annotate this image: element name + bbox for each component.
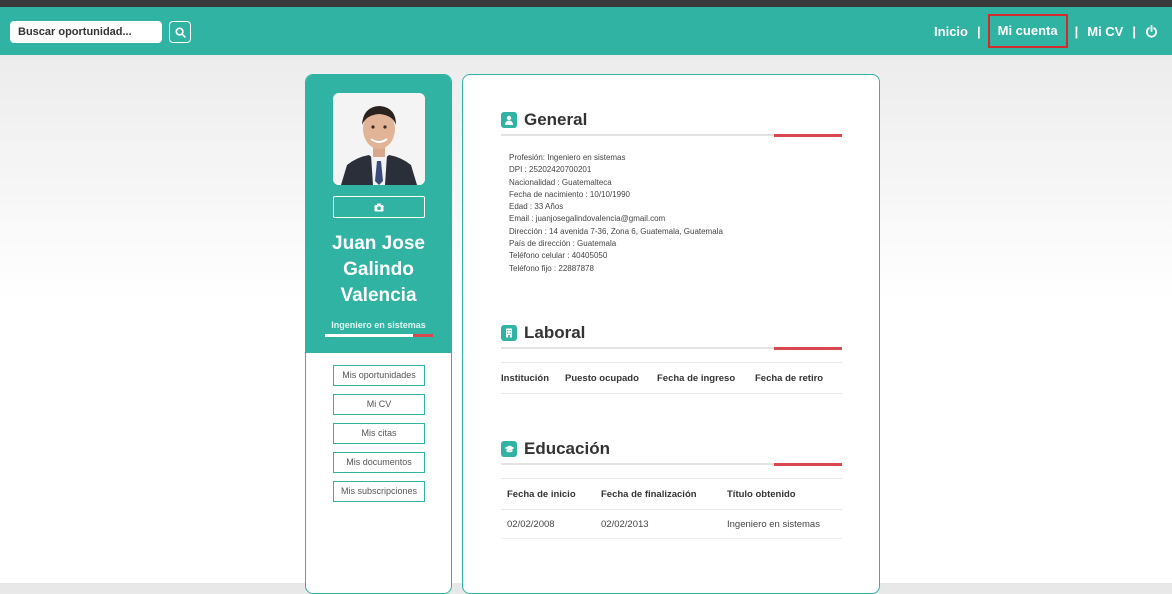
info-profesion: Profesión: Ingeniero en sistemas: [509, 153, 626, 162]
profile-divider: [325, 334, 433, 337]
profile-photo: [333, 93, 425, 185]
side-menu: Mis oportunidades Mi CV Mis citas Mis do…: [333, 365, 425, 510]
educacion-table-header: Fecha de inicio Fecha de finalización Tí…: [501, 478, 842, 510]
section-general-title: General: [501, 110, 587, 130]
info-pais: País de dirección : Guatemala: [509, 239, 617, 249]
section-divider: [501, 134, 842, 137]
info-nacionalidad: Nacionalidad : Guatemalteca: [509, 177, 612, 187]
nav-mi-cuenta-highlight: Mi cuenta: [987, 14, 1068, 48]
search-button[interactable]: [169, 21, 191, 43]
column-header: Título obtenido: [727, 488, 796, 500]
info-direccion: Dirección : 14 avenida 7-36, Zona 6, Gua…: [509, 226, 723, 236]
nav-inicio[interactable]: Inicio: [934, 24, 968, 39]
section-educacion-title: Educación: [501, 439, 610, 459]
menu-mis-subscripciones[interactable]: Mis subscripciones: [333, 481, 425, 502]
graduation-cap-icon: [501, 441, 517, 457]
search-icon: [174, 26, 186, 38]
profile-name-line: Valencia: [340, 285, 417, 306]
info-telefono-celular: Teléfono celular : 40405050: [509, 251, 608, 261]
nav-mi-cuenta[interactable]: Mi cuenta: [998, 23, 1058, 38]
menu-mis-oportunidades[interactable]: Mis oportunidades: [333, 365, 425, 386]
profile-name: Juan Jose Galindo Valencia: [306, 231, 451, 309]
info-edad: Edad : 33 Años: [509, 202, 564, 212]
educacion-table: Fecha de inicio Fecha de finalización Tí…: [501, 478, 842, 539]
cv-main-card: General Profesión: Ingeniero en sistemas…: [462, 74, 880, 594]
section-educacion-label: Educación: [524, 439, 610, 458]
section-laboral-label: Laboral: [524, 323, 586, 342]
laboral-table-header: Institución Puesto ocupado Fecha de ingr…: [501, 362, 842, 394]
column-header: Fecha de finalización: [601, 488, 697, 500]
profile-name-line: Galindo: [343, 259, 414, 280]
table-cell: 02/02/2008: [507, 518, 555, 530]
nav-separator: |: [976, 23, 981, 39]
laboral-table: Institución Puesto ocupado Fecha de ingr…: [501, 362, 842, 394]
column-header: Fecha de ingreso: [657, 372, 736, 384]
info-dpi: DPI : 25202420700201: [509, 165, 592, 175]
table-cell: Ingeniero en sistemas: [727, 518, 820, 530]
general-info-list: Profesión: Ingeniero en sistemas DPI : 2…: [509, 152, 849, 275]
menu-mis-citas[interactable]: Mis citas: [333, 423, 425, 444]
profile-header: Juan Jose Galindo Valencia Ingeniero en …: [306, 75, 451, 353]
top-navbar: Inicio | Mi cuenta | Mi CV |: [0, 7, 1172, 55]
info-email: Email : juanjosegalindovalencia@gmail.co…: [509, 214, 666, 224]
menu-mis-documentos[interactable]: Mis documentos: [333, 452, 425, 473]
info-telefono-fijo: Teléfono fijo : 22887878: [509, 263, 594, 273]
section-divider: [501, 463, 842, 466]
nav-separator: |: [1132, 23, 1136, 39]
column-header: Institución: [501, 372, 550, 384]
change-photo-button[interactable]: [333, 196, 425, 218]
table-cell: 02/02/2013: [601, 518, 649, 530]
profile-name-line: Juan Jose: [332, 233, 425, 254]
column-header: Fecha de inicio: [507, 488, 576, 500]
building-icon: [501, 325, 517, 341]
column-header: Puesto ocupado: [565, 372, 639, 384]
user-icon: [501, 112, 517, 128]
window-top-border: [0, 0, 1172, 7]
profile-card: Juan Jose Galindo Valencia Ingeniero en …: [305, 74, 452, 594]
nav-links: Inicio | Mi cuenta | Mi CV |: [934, 7, 1158, 55]
logout-button[interactable]: [1145, 24, 1158, 38]
info-fecha-nacimiento: Fecha de nacimiento : 10/10/1990: [509, 189, 630, 199]
column-header: Fecha de retiro: [755, 372, 824, 384]
search-input[interactable]: [10, 21, 162, 43]
nav-mi-cv[interactable]: Mi CV: [1087, 24, 1123, 39]
menu-mi-cv[interactable]: Mi CV: [333, 394, 425, 415]
table-row: 02/02/2008 02/02/2013 Ingeniero en siste…: [501, 510, 842, 539]
profile-profession: Ingeniero en sistemas: [331, 320, 426, 330]
section-divider: [501, 347, 842, 350]
power-icon: [1145, 24, 1158, 38]
nav-separator: |: [1074, 23, 1079, 39]
avatar: [333, 93, 425, 185]
camera-icon: [374, 203, 384, 211]
section-general-label: General: [524, 110, 588, 129]
section-laboral-title: Laboral: [501, 323, 585, 343]
